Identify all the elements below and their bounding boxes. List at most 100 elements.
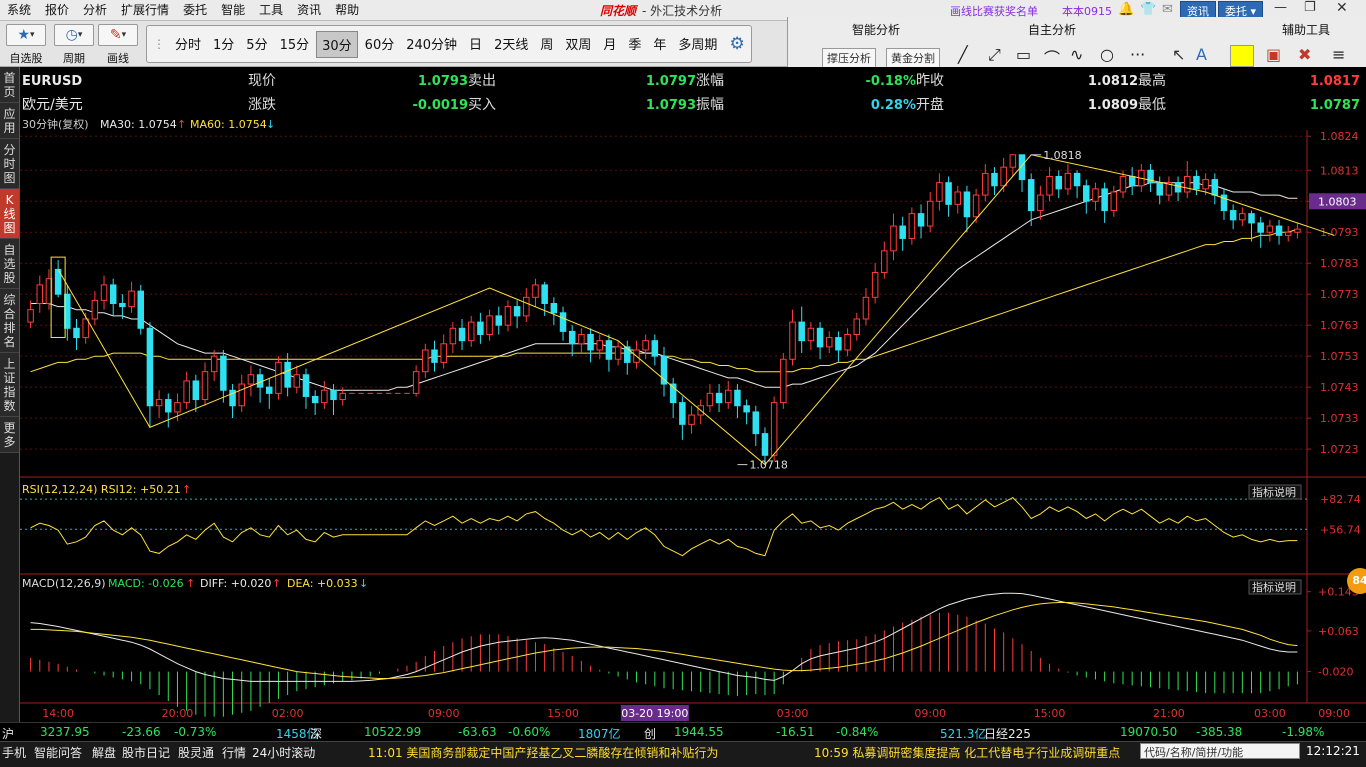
period-tool[interactable]: ◷ ▾ 周期	[54, 24, 94, 66]
x-tick-label: 09:00	[914, 707, 946, 720]
period-13[interactable]: 年	[648, 31, 671, 58]
bell-icon[interactable]: 🔔	[1118, 2, 1134, 17]
bottom-item-1[interactable]: 智能问答	[34, 744, 82, 761]
left-tab-1[interactable]: 应用	[0, 103, 19, 139]
menu-item-4[interactable]: 委托	[176, 0, 214, 21]
menu-item-3[interactable]: 扩展行情	[114, 0, 176, 21]
macd-tick-label: +0.063	[1318, 625, 1359, 638]
left-tab-6[interactable]: 上证指数	[0, 353, 19, 417]
ma60-label: MA60: 1.0754	[190, 118, 267, 131]
svg-text:指标说明: 指标说明	[1252, 485, 1296, 499]
quote-label: 最低	[1138, 97, 1166, 113]
segment-tool-icon[interactable]: ⤢	[988, 45, 1001, 65]
bottom-item-6[interactable]: 24小时滚动	[252, 744, 315, 761]
period-5[interactable]: 60分	[360, 31, 400, 58]
menu-item-5[interactable]: 智能	[214, 0, 252, 21]
period-7[interactable]: 日	[464, 31, 487, 58]
rsi-tick-label: +82.74	[1320, 493, 1361, 506]
golden-section-button[interactable]: 黄金分割	[886, 48, 940, 68]
indicator-help-button[interactable]: 指标说明	[1248, 484, 1302, 500]
rsi-tick-label: +56.74	[1320, 523, 1361, 536]
left-tab-3[interactable]: K线图	[0, 189, 19, 239]
period-6[interactable]: 240分钟	[401, 31, 462, 58]
shirt-icon[interactable]: 👕	[1140, 2, 1156, 17]
index-field: -0.73%	[174, 725, 217, 739]
kline-chart[interactable]: EURUSD欧元/美元现价 1.0793 卖出 1.0797 涨幅 -0.18% 昨收 1.0…	[20, 67, 1366, 722]
left-tab-2[interactable]: 分时图	[0, 139, 19, 189]
period-8[interactable]: 2天线	[489, 31, 533, 58]
menu-item-1[interactable]: 报价	[38, 0, 76, 21]
period-3[interactable]: 15分	[275, 31, 315, 58]
y-tick-label: 1.0763	[1320, 319, 1359, 332]
period-10[interactable]: 双周	[560, 31, 596, 58]
left-tab-5[interactable]: 综合排名	[0, 289, 19, 353]
path-tool-icon[interactable]: ⌒	[1044, 45, 1060, 69]
more-tools-icon[interactable]: ···	[1130, 45, 1145, 64]
rsi-arrow: ↑	[182, 483, 191, 496]
notification-badge[interactable]: 84	[1347, 568, 1366, 594]
period-11[interactable]: 月	[598, 31, 621, 58]
news-ticker-1[interactable]: 11:01 美国商务部裁定中国产羟基乙叉二膦酸存在倾销和补贴行为	[368, 744, 718, 761]
rect-tool-icon[interactable]: ▭	[1016, 45, 1031, 64]
current-price: 1.0803	[1318, 195, 1357, 208]
left-tab-0[interactable]: 首页	[0, 67, 19, 103]
minimize-button[interactable]: —	[1274, 0, 1287, 15]
menu-item-7[interactable]: 资讯	[290, 0, 328, 21]
period-1[interactable]: 1分	[208, 31, 239, 58]
diff-value: DIFF: +0.020	[200, 577, 271, 590]
star-icon: ★ ▾	[6, 24, 46, 46]
bottom-item-2[interactable]: 解盘	[92, 744, 116, 761]
left-tab-4[interactable]: 自选股	[0, 239, 19, 289]
bottom-item-5[interactable]: 行情	[222, 744, 246, 761]
menu-items: 系统 报价 分析 扩展行情 委托 智能 工具 资讯 帮助	[0, 0, 366, 21]
bottom-item-0[interactable]: 手机	[2, 744, 26, 761]
bottom-item-4[interactable]: 股灵通	[178, 744, 214, 761]
polyline-tool-icon[interactable]: ∿	[1070, 45, 1083, 64]
period-4[interactable]: 30分	[316, 30, 358, 58]
quote-label: 卖出	[468, 73, 496, 89]
menu-item-2[interactable]: 分析	[76, 0, 114, 21]
index-field: -385.38	[1196, 725, 1243, 739]
support-resistance-button[interactable]: 撑压分析	[822, 48, 876, 68]
smart-analysis-tab[interactable]: 智能分析	[852, 21, 900, 38]
self-analysis-tab[interactable]: 自主分析	[1028, 21, 1076, 38]
mail-icon[interactable]: ✉	[1162, 2, 1173, 17]
quote-value: 1.0793	[646, 98, 696, 113]
period-2[interactable]: 5分	[241, 31, 272, 58]
news-ticker-2[interactable]: 10:59 私募调研密集度提高 化工代替电子行业成调研重点	[814, 744, 1120, 761]
menu-item-6[interactable]: 工具	[252, 0, 290, 21]
period-0[interactable]: 分时	[170, 31, 206, 58]
draw-tool[interactable]: ✎ ▾ 画线	[98, 24, 138, 66]
period-9[interactable]: 周	[535, 31, 558, 58]
candle	[275, 356, 282, 400]
maximize-button[interactable]: ❐	[1304, 0, 1316, 15]
color-swatch[interactable]	[1230, 45, 1254, 67]
index-field: 沪	[2, 727, 15, 741]
menu-item-8[interactable]: 帮助	[328, 0, 366, 21]
rsi-label: RSI(12,12,24) RSI12: +50.21	[22, 483, 181, 496]
period-14[interactable]: 多周期	[673, 31, 722, 58]
close-button[interactable]: ✕	[1336, 0, 1348, 16]
candle	[780, 353, 787, 409]
period-12[interactable]: 季	[623, 31, 646, 58]
delete-drawing-icon[interactable]: ✖	[1298, 45, 1311, 64]
time-axis: 14:00 20:00 02:00 09:00 15:00 03-20 19:00 03:0…	[42, 705, 1350, 721]
cursor-icon[interactable]: ↖	[1172, 45, 1185, 64]
indicator-help-button[interactable]: 指标说明	[1248, 579, 1302, 595]
symbol-name: 欧元/美元	[22, 97, 83, 113]
menu-item-0[interactable]: 系统	[0, 0, 38, 21]
text-tool-icon[interactable]: A	[1196, 45, 1207, 64]
left-tab-7[interactable]: 更多	[0, 417, 19, 453]
macd-tick-label: -0.020	[1318, 666, 1353, 679]
aux-tools-tab[interactable]: 辅助工具	[1282, 21, 1330, 38]
circle-tool-icon[interactable]: ○	[1100, 45, 1114, 64]
layers-icon[interactable]: ≡	[1332, 45, 1345, 64]
bottom-item-3[interactable]: 股市日记	[122, 744, 170, 761]
save-drawing-icon[interactable]: ▣	[1266, 45, 1281, 64]
code-search-input[interactable]: 代码/名称/简拼/功能	[1140, 743, 1300, 759]
x-tick-label: 15:00	[547, 707, 579, 720]
gear-icon[interactable]: ⚙	[729, 34, 744, 54]
line-tool-icon[interactable]: ╱	[958, 45, 968, 64]
quote-label: 现价	[248, 73, 276, 89]
favorites-tool[interactable]: ★ ▾ 自选股	[6, 24, 46, 66]
